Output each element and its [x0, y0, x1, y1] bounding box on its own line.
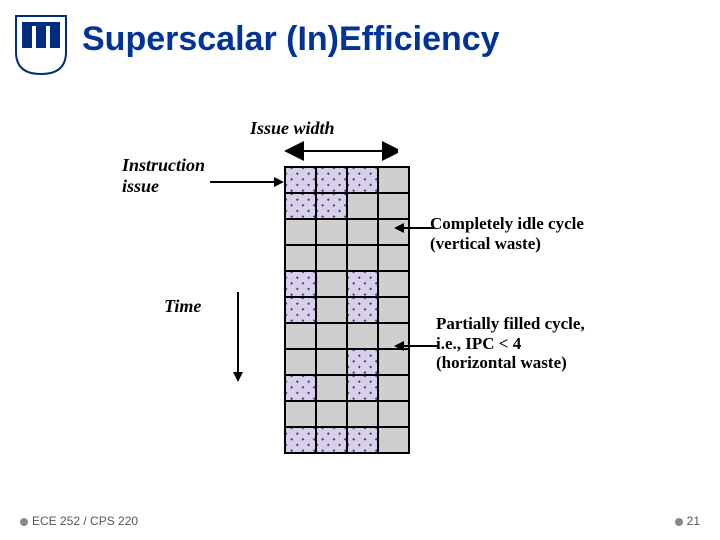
grid-cell	[378, 271, 409, 297]
bullet-icon	[20, 518, 28, 526]
grid-cell	[347, 297, 378, 323]
grid-cell	[316, 427, 347, 453]
grid-cell	[316, 401, 347, 427]
grid-cell	[285, 245, 316, 271]
grid-cell	[285, 271, 316, 297]
grid-cell	[347, 271, 378, 297]
grid-cell	[316, 167, 347, 193]
grid-cell	[378, 193, 409, 219]
grid-cell	[347, 427, 378, 453]
partial-cycle-annotation: Partially filled cycle, i.e., IPC < 4 (h…	[436, 314, 585, 373]
grid-cell	[285, 349, 316, 375]
grid-cell	[285, 323, 316, 349]
issue-width-arrow	[258, 140, 398, 162]
grid-cell	[316, 323, 347, 349]
idle-cycle-arrow	[394, 222, 434, 234]
grid-cell	[347, 401, 378, 427]
grid-cell	[285, 427, 316, 453]
grid-cell	[347, 375, 378, 401]
idle-cycle-annotation: Completely idle cycle (vertical waste)	[430, 214, 584, 253]
page-number: 21	[675, 514, 700, 528]
grid-cell	[347, 349, 378, 375]
time-label: Time	[164, 296, 201, 317]
grid-cell	[316, 271, 347, 297]
footer-course: ECE 252 / CPS 220	[20, 514, 138, 528]
grid-cell	[316, 193, 347, 219]
grid-cell	[378, 427, 409, 453]
partial-cycle-arrow	[394, 340, 438, 352]
grid-cell	[316, 245, 347, 271]
grid-cell	[347, 167, 378, 193]
grid-cell	[316, 349, 347, 375]
grid-cell	[378, 349, 409, 375]
grid-cell	[316, 375, 347, 401]
duke-shield-logo	[14, 14, 68, 76]
instruction-issue-label: Instruction issue	[122, 155, 205, 196]
issue-width-label: Issue width	[250, 118, 335, 139]
time-arrow	[230, 292, 246, 382]
issue-grid	[284, 166, 410, 454]
grid-cell	[285, 193, 316, 219]
grid-cell	[378, 167, 409, 193]
grid-cell	[316, 297, 347, 323]
grid-cell	[285, 375, 316, 401]
grid-cell	[378, 297, 409, 323]
grid-cell	[285, 219, 316, 245]
grid-cell	[347, 219, 378, 245]
grid-cell	[285, 401, 316, 427]
page-title: Superscalar (In)Efficiency	[82, 20, 500, 59]
grid-cell	[378, 375, 409, 401]
grid-cell	[347, 245, 378, 271]
grid-cell	[285, 297, 316, 323]
grid-cell	[378, 245, 409, 271]
bullet-icon	[675, 518, 683, 526]
grid-cell	[347, 193, 378, 219]
grid-cell	[285, 167, 316, 193]
instruction-issue-arrow	[210, 176, 284, 188]
grid-cell	[316, 219, 347, 245]
grid-cell	[378, 401, 409, 427]
grid-cell	[347, 323, 378, 349]
